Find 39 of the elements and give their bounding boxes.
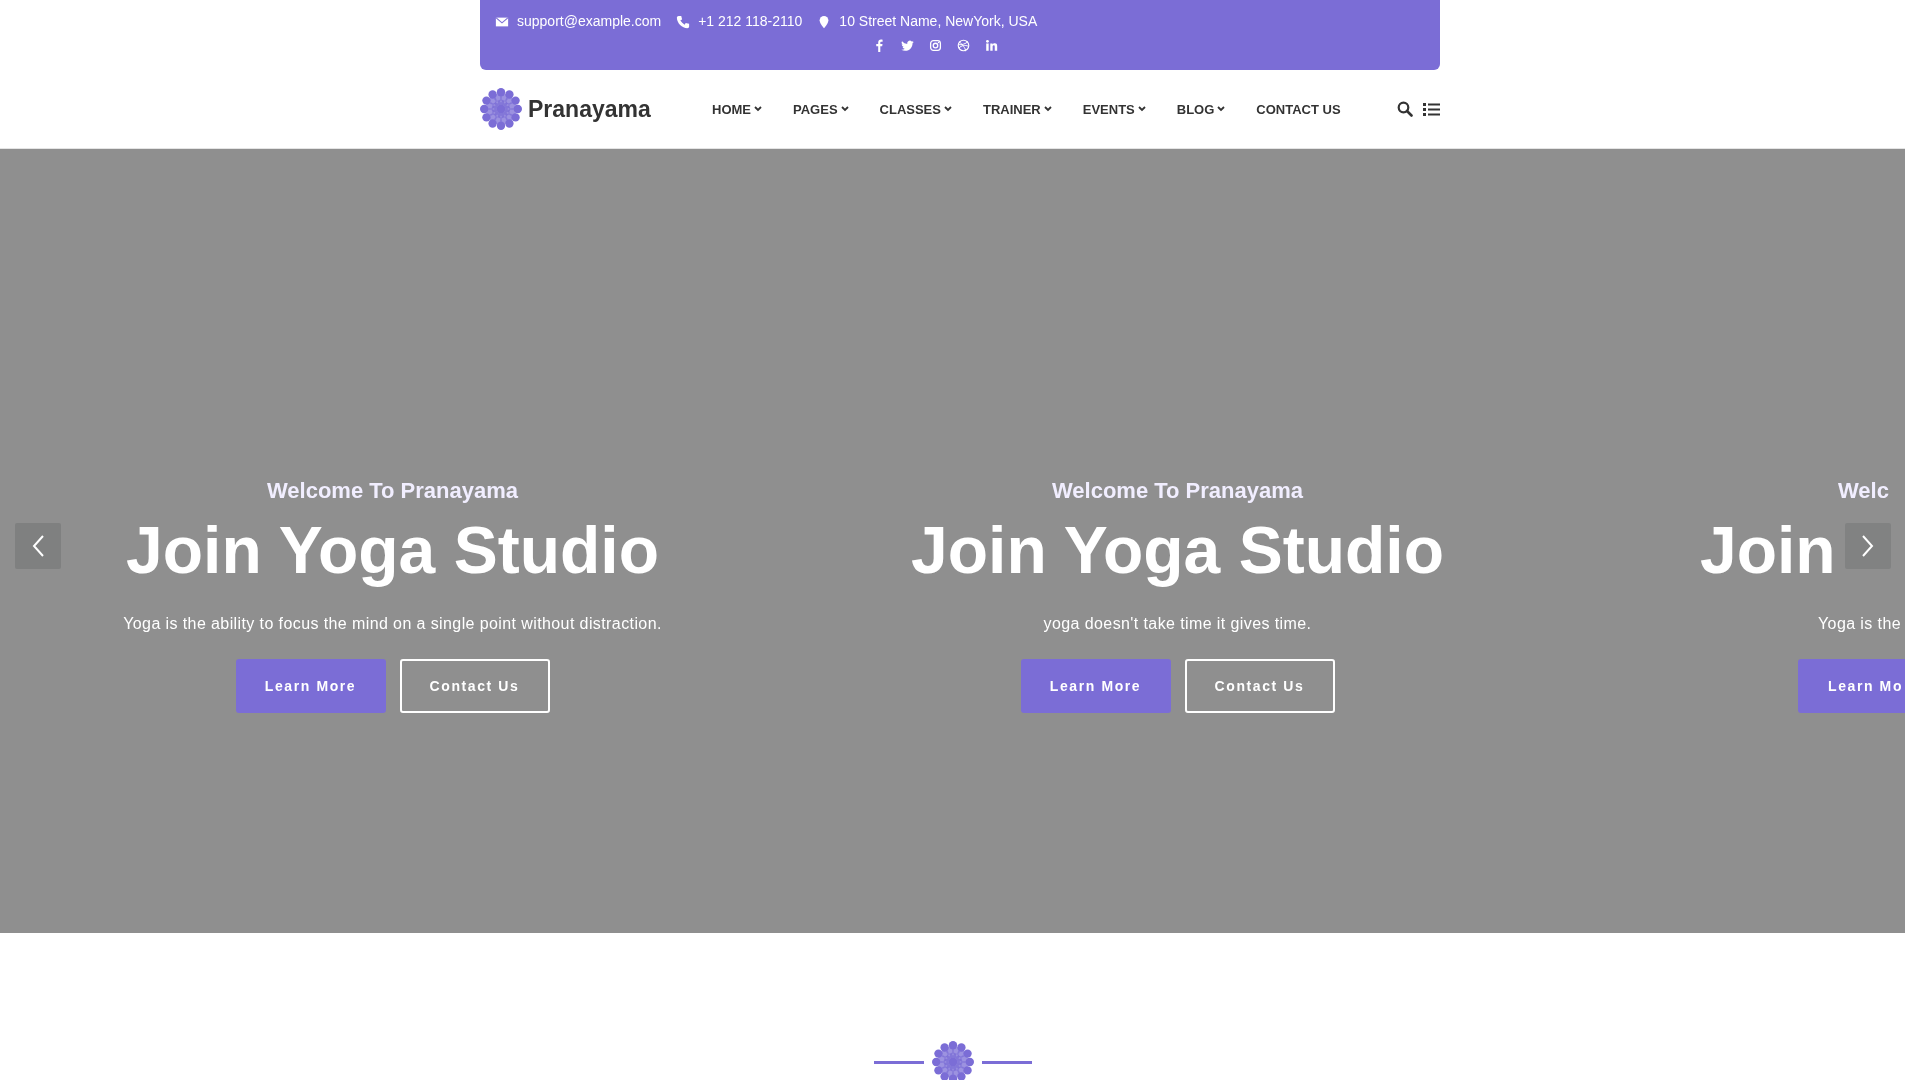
learn-more-button[interactable]: Learn Mo xyxy=(1798,659,1905,713)
flower-logo-icon xyxy=(480,88,522,130)
search-icon[interactable] xyxy=(1397,101,1413,117)
linkedin-icon[interactable] xyxy=(984,39,998,52)
nav-item[interactable]: BLOG xyxy=(1176,101,1226,117)
nav-item[interactable]: HOME xyxy=(712,101,762,117)
learn-more-button[interactable]: Learn More xyxy=(1020,659,1171,713)
slide-title: Join Yoga Studio xyxy=(126,512,659,588)
divider-line xyxy=(981,1060,1032,1064)
logo-text[interactable]: Pranayama xyxy=(528,95,651,123)
slide-description: yoga doesn't take time it gives time. xyxy=(1043,614,1312,634)
slide-subtitle: Welc xyxy=(1838,478,1889,504)
next-slide-button[interactable] xyxy=(1845,523,1891,569)
dribbble-icon[interactable] xyxy=(956,39,970,52)
divider-line xyxy=(873,1060,924,1064)
contact-text: support@example.com xyxy=(517,13,662,30)
slide-subtitle: Welcome To Pranayama xyxy=(1051,478,1304,504)
envelope-icon xyxy=(495,14,509,29)
nav-item[interactable]: EVENTS xyxy=(1082,101,1146,117)
contact-text: +1 212 118-2110 xyxy=(698,13,803,30)
phone-icon xyxy=(676,14,691,29)
flower-divider-icon xyxy=(931,1041,974,1080)
nav-item[interactable]: PAGES xyxy=(793,101,849,117)
chevron-right-icon xyxy=(1861,534,1875,558)
instagram-icon[interactable] xyxy=(928,39,942,52)
nav-item[interactable]: CLASSES xyxy=(879,101,952,117)
slide-subtitle: Welcome To Pranayama xyxy=(266,478,519,504)
contact-text: 10 Street Name, NewYork, USA xyxy=(839,13,1038,30)
slide-title: Join xyxy=(1700,512,1836,588)
chevron-left-icon xyxy=(31,534,45,558)
previous-slide-button[interactable] xyxy=(15,523,61,569)
slide-description: Yoga is the xyxy=(1818,614,1901,634)
list-menu-icon[interactable] xyxy=(1423,101,1440,117)
nav-item[interactable]: TRAINER xyxy=(982,101,1052,117)
learn-more-button[interactable]: Learn More xyxy=(235,659,386,713)
slide-description: Yoga is the ability to focus the mind on a single point without distraction. xyxy=(123,614,662,634)
twitter-icon[interactable] xyxy=(900,39,914,52)
slide-title: Join Yoga Studio xyxy=(911,512,1444,588)
nav-item[interactable]: CONTACT US xyxy=(1256,101,1341,117)
